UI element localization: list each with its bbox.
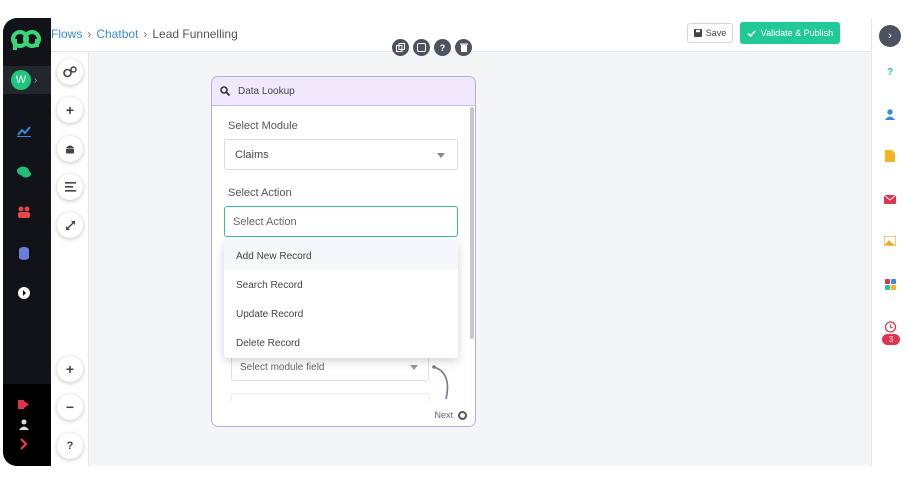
action-label: Select Action: [228, 187, 292, 199]
module-label: Select Module: [228, 120, 298, 132]
save-button[interactable]: Save: [687, 23, 733, 43]
module-select[interactable]: Claims: [224, 139, 458, 170]
zoom-in-icon[interactable]: +: [57, 356, 83, 382]
info-icon[interactable]: ?: [434, 39, 451, 56]
dropdown-option-search[interactable]: Search Record: [224, 270, 458, 299]
chevron-down-icon: [437, 153, 445, 158]
breadcrumb-separator: ›: [143, 27, 148, 41]
node-header[interactable]: Data Lookup: [212, 77, 475, 106]
main-nav-rail: W ›: [3, 18, 51, 466]
note-icon[interactable]: [413, 39, 430, 56]
settings-icon[interactable]: [57, 59, 83, 85]
apps-icon[interactable]: [883, 277, 897, 291]
dropdown-option-delete[interactable]: Delete Record: [224, 328, 458, 357]
save-label: Save: [705, 28, 727, 38]
android-icon[interactable]: [57, 136, 83, 162]
dropdown-option-update[interactable]: Update Record: [224, 299, 458, 328]
resize-icon[interactable]: [57, 212, 83, 238]
breadcrumb-current: Lead Funnelling: [152, 27, 238, 41]
align-icon[interactable]: [57, 174, 83, 200]
action-select[interactable]: Select Action: [224, 206, 458, 237]
canvas-toolbar: + + − ?: [51, 18, 89, 466]
database-icon[interactable]: [16, 245, 32, 261]
breadcrumb-flows[interactable]: Flows: [51, 27, 82, 41]
analytics-icon[interactable]: [16, 123, 32, 139]
add-icon[interactable]: +: [57, 97, 83, 123]
rail-footer: [3, 384, 51, 466]
floppy-icon: [693, 29, 702, 37]
dropdown-option-add[interactable]: Add New Record: [224, 241, 458, 270]
expand-icon[interactable]: [16, 436, 32, 452]
publish-label: Validate & Publish: [760, 28, 834, 38]
chevron-right-icon: ›: [34, 74, 38, 86]
mail-icon[interactable]: [883, 192, 897, 206]
connector-arrow-icon: [432, 365, 449, 400]
document-icon[interactable]: [883, 149, 897, 163]
breadcrumb-chatbot[interactable]: Chatbot: [96, 27, 138, 41]
help-icon[interactable]: ?: [57, 433, 83, 459]
delete-icon[interactable]: [455, 39, 472, 56]
reminder-count-badge: 3: [882, 334, 900, 345]
node-scrollbar[interactable]: [470, 107, 474, 339]
next-label: Next: [434, 410, 453, 420]
question-icon[interactable]: ?: [883, 65, 897, 79]
chevron-down-icon: [410, 365, 418, 370]
module-field-placeholder: Select module field: [240, 362, 325, 373]
right-rail: › ? 3: [871, 18, 905, 466]
breadcrumb-separator: ›: [87, 27, 92, 41]
next-port-icon[interactable]: [458, 410, 467, 420]
module-value: Claims: [235, 149, 269, 161]
copy-icon[interactable]: [392, 39, 409, 56]
node-title: Data Lookup: [238, 85, 295, 97]
collapse-panel-icon[interactable]: ›: [879, 25, 901, 47]
search-icon: [220, 86, 230, 96]
chat-icon[interactable]: [16, 164, 32, 180]
user-icon[interactable]: [16, 416, 32, 432]
action-dropdown: Add New Record Search Record Update Reco…: [224, 241, 458, 358]
next-connector[interactable]: Next: [434, 410, 467, 420]
action-placeholder: Select Action: [233, 216, 297, 228]
check-icon: [747, 29, 756, 37]
user-switcher[interactable]: W ›: [3, 66, 51, 94]
zoom-out-icon[interactable]: −: [57, 394, 83, 420]
module-field-select-next[interactable]: [231, 393, 429, 401]
breadcrumb: Flows › Chatbot › Lead Funnelling: [51, 27, 238, 41]
image-icon[interactable]: [883, 234, 897, 248]
validate-publish-button[interactable]: Validate & Publish: [740, 22, 840, 44]
arrow-circle-icon[interactable]: [16, 285, 32, 301]
alarm-icon[interactable]: [883, 319, 897, 333]
avatar[interactable]: W: [11, 70, 31, 90]
logout-icon[interactable]: [16, 396, 32, 412]
node-action-bar: ?: [392, 39, 472, 56]
app-logo[interactable]: [11, 28, 41, 50]
team-icon[interactable]: [16, 204, 32, 220]
contact-icon[interactable]: [883, 107, 897, 121]
